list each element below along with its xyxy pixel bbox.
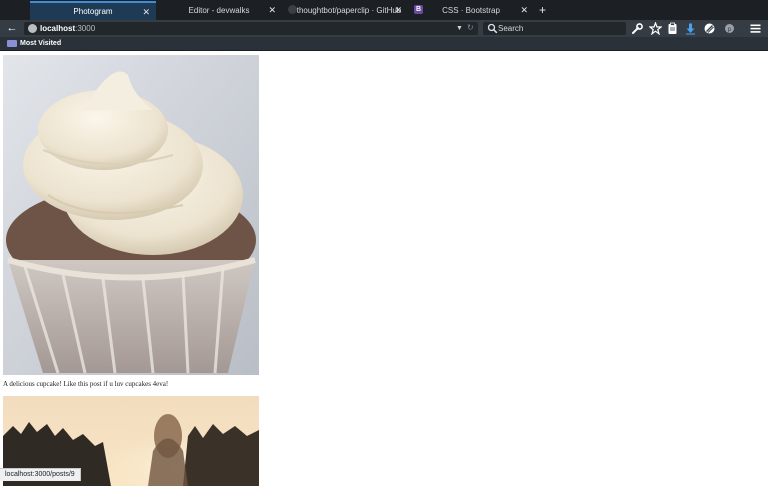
cupcake-photo[interactable] [3, 55, 259, 375]
url-text: localhost:3000 [40, 23, 95, 34]
star-icon[interactable] [649, 22, 662, 35]
menu-icon[interactable] [749, 22, 762, 35]
tab-label: CSS · Bootstrap [442, 6, 500, 15]
download-icon[interactable] [684, 22, 697, 35]
tab-close-icon[interactable]: ✕ [394, 5, 402, 16]
wrench-icon[interactable] [631, 22, 644, 35]
url-port: :3000 [75, 24, 96, 33]
folder-icon [7, 40, 17, 47]
bootstrap-icon: B [414, 5, 423, 14]
tab-photogram[interactable]: Photogram ✕ [30, 1, 156, 20]
tab-close-icon[interactable]: ✕ [520, 5, 528, 16]
back-button[interactable]: ← [5, 22, 19, 35]
bookmarks-toolbar: Most Visited [0, 37, 768, 51]
bookmark-most-visited[interactable]: Most Visited [20, 38, 61, 49]
profile-icon[interactable]: p [723, 22, 736, 35]
reload-icon[interactable]: ↻ [467, 22, 474, 34]
clipboard-icon[interactable] [666, 22, 679, 35]
nav-bar: ← localhost:3000 ▼ ↻ p [0, 20, 768, 37]
tab-label: Editor - devwalks [188, 6, 250, 15]
github-icon [288, 5, 297, 14]
search-input[interactable] [498, 23, 618, 34]
tab-bar: Photogram ✕ Editor - devwalks ✕ thoughtb… [0, 0, 768, 20]
globe-icon [28, 24, 37, 33]
page-content: A delicious cupcake! Like this post if u… [0, 51, 768, 486]
url-host: localhost [40, 24, 76, 33]
tab-editor-devwalks[interactable]: Editor - devwalks ✕ [156, 1, 282, 20]
url-bar[interactable]: localhost:3000 ▼ ↻ [24, 22, 478, 35]
tab-close-icon[interactable]: ✕ [142, 7, 150, 18]
new-tab-icon[interactable]: + [539, 3, 546, 17]
pocket-icon[interactable] [703, 22, 716, 35]
tab-close-icon[interactable]: ✕ [268, 5, 276, 16]
tab-label: thoughtbot/paperclip · GitHub [296, 6, 402, 15]
post-caption: A delicious cupcake! Like this post if u… [3, 380, 169, 388]
status-bar: localhost:3000/posts/9 [0, 468, 81, 481]
url-dropdown-icon[interactable]: ▼ [456, 23, 463, 34]
svg-text:p: p [728, 26, 732, 33]
tab-css-bootstrap[interactable]: B CSS · Bootstrap ✕ [408, 1, 534, 20]
search-icon [487, 23, 498, 34]
tab-label: Photogram [73, 7, 113, 16]
search-bar[interactable] [483, 22, 626, 35]
tab-paperclip-github[interactable]: thoughtbot/paperclip · GitHub ✕ [282, 1, 408, 20]
